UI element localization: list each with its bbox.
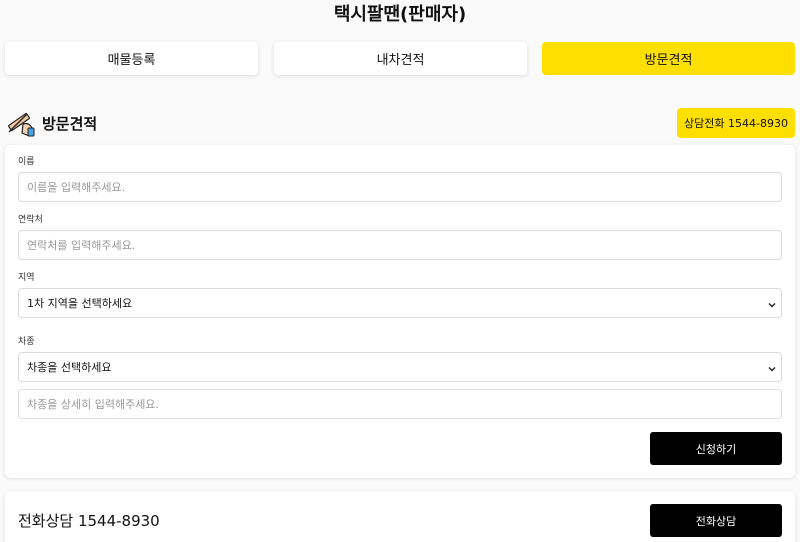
car-type-label: 차종 bbox=[18, 337, 35, 347]
submit-button[interactable]: 신청하기 bbox=[650, 432, 782, 465]
consult-phone-badge[interactable]: 상담전화 1544-8930 bbox=[677, 108, 795, 138]
contact-label: 연락처 bbox=[18, 215, 43, 225]
contact-input[interactable]: 연락처를 입력해주세요. bbox=[18, 230, 782, 260]
tab-listing-register[interactable]: 매물등록 bbox=[5, 42, 258, 75]
tab-my-car-estimate[interactable]: 내차견적 bbox=[274, 42, 527, 75]
visit-estimate-form: 이름 이름을 입력해주세요. 연락처 연락처를 입력해주세요. 지역 1차 지역… bbox=[5, 145, 795, 478]
section-title: 방문견적 bbox=[42, 115, 98, 133]
region-label: 지역 bbox=[18, 273, 35, 283]
writing-hand-icon bbox=[5, 110, 39, 138]
tab-visit-estimate[interactable]: 방문견적 bbox=[542, 42, 795, 75]
region-select-value: 1차 지역을 선택하세요 bbox=[27, 297, 133, 310]
phone-consult-title: 전화상담 1544-8930 bbox=[18, 512, 160, 530]
phone-consult-card: 전화상담 1544-8930 전화상담 bbox=[5, 491, 795, 542]
page-title: 택시팔땐(판매자) bbox=[333, 4, 467, 25]
region-select[interactable]: 1차 지역을 선택하세요 bbox=[18, 288, 782, 318]
chevron-down-icon bbox=[768, 299, 776, 308]
car-type-select-value: 차종을 선택하세요 bbox=[27, 361, 112, 374]
tab-bar: 매물등록 내차견적 방문견적 bbox=[5, 42, 795, 75]
car-type-detail-input[interactable]: 차종을 상세히 입력해주세요. bbox=[18, 389, 782, 419]
chevron-down-icon bbox=[768, 363, 776, 372]
section-header: 방문견적 상담전화 1544-8930 bbox=[5, 108, 795, 140]
car-type-select[interactable]: 차종을 선택하세요 bbox=[18, 352, 782, 382]
name-input[interactable]: 이름을 입력해주세요. bbox=[18, 172, 782, 202]
name-label: 이름 bbox=[18, 157, 35, 167]
phone-consult-button[interactable]: 전화상담 bbox=[650, 504, 782, 537]
